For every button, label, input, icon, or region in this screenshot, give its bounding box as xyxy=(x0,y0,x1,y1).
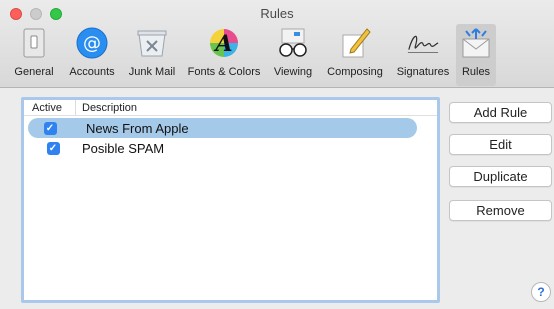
signature-icon xyxy=(406,26,440,60)
rules-list[interactable]: Active Description ✓ News From Apple ✓ P… xyxy=(21,97,440,303)
font-a-icon: A xyxy=(207,26,241,60)
toolbar-label-junk-mail: Junk Mail xyxy=(128,66,176,78)
rules-list-header: Active Description xyxy=(24,100,437,116)
window-title: Rules xyxy=(260,6,294,21)
toolbar: Rules General @ Accounts Junk Mail A Fon… xyxy=(0,0,554,88)
toolbar-label-fonts-colors: Fonts & Colors xyxy=(187,66,261,78)
rule-active-checkbox[interactable]: ✓ xyxy=(43,121,57,135)
help-button[interactable]: ? xyxy=(531,282,551,302)
svg-text:@: @ xyxy=(83,33,101,54)
toolbar-item-fonts-colors[interactable]: A Fonts & Colors xyxy=(186,26,262,86)
rule-description: Posible SPAM xyxy=(82,140,165,156)
general-icon xyxy=(17,26,51,60)
rule-description: News From Apple xyxy=(86,120,189,136)
trash-bin-icon xyxy=(135,26,169,60)
toolbar-label-general: General xyxy=(14,66,54,78)
rule-row[interactable]: ✓ Posible SPAM xyxy=(24,138,437,158)
preferences-window: Rules General @ Accounts Junk Mail A Fon… xyxy=(0,0,554,309)
toolbar-item-signatures[interactable]: Signatures xyxy=(392,26,454,86)
edit-button[interactable]: Edit xyxy=(449,134,552,155)
toolbar-item-viewing[interactable]: Viewing xyxy=(268,26,318,86)
toolbar-label-composing: Composing xyxy=(327,66,383,78)
pencil-icon xyxy=(338,26,372,60)
toolbar-item-rules[interactable]: Rules xyxy=(456,24,496,86)
rule-active-checkbox[interactable]: ✓ xyxy=(46,141,60,155)
rule-row[interactable]: ✓ News From Apple xyxy=(28,118,417,138)
toolbar-item-accounts[interactable]: @ Accounts xyxy=(66,26,118,86)
toolbar-label-viewing: Viewing xyxy=(273,66,313,78)
duplicate-button[interactable]: Duplicate xyxy=(449,166,552,187)
toolbar-label-accounts: Accounts xyxy=(69,66,115,78)
svg-text:A: A xyxy=(213,31,232,57)
at-sign-icon: @ xyxy=(75,26,109,60)
column-header-description[interactable]: Description xyxy=(76,100,137,115)
remove-button[interactable]: Remove xyxy=(449,200,552,221)
toolbar-item-junk-mail[interactable]: Junk Mail xyxy=(124,26,180,86)
toolbar-item-general[interactable]: General xyxy=(12,26,56,86)
toolbar-item-composing[interactable]: Composing xyxy=(322,26,388,86)
column-header-active[interactable]: Active xyxy=(24,100,76,115)
toolbar-label-rules: Rules xyxy=(461,66,491,78)
toolbar-label-signatures: Signatures xyxy=(396,66,450,78)
glasses-icon xyxy=(276,26,310,60)
rules-envelope-icon xyxy=(459,26,493,60)
add-rule-button[interactable]: Add Rule xyxy=(449,102,552,123)
